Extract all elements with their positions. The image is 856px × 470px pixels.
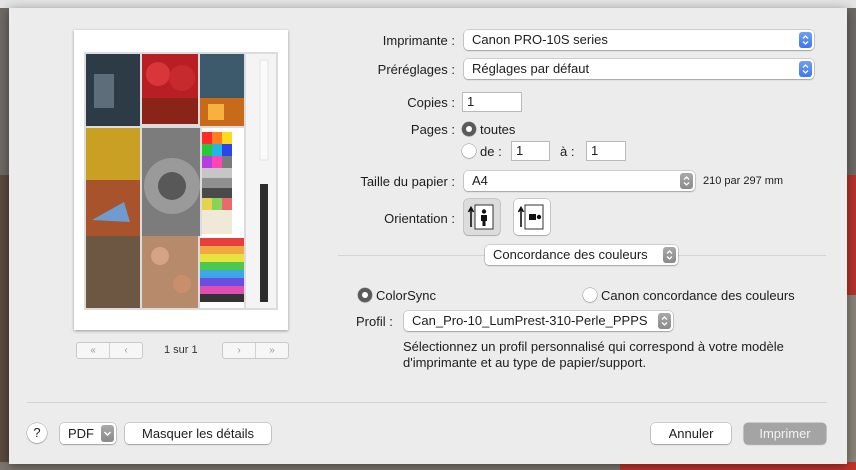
previous-page-button[interactable]: ‹: [109, 343, 142, 358]
pages-all-label: toutes: [480, 122, 516, 137]
pages-range-radio[interactable]: [462, 144, 476, 158]
paper-dimensions: 210 par 297 mm: [703, 175, 784, 187]
print-dialog: « ‹ 1 sur 1 › » Imprimante : Canon PRO-1…: [9, 8, 847, 464]
cancel-button[interactable]: Annuler: [651, 423, 731, 444]
printer-value: Canon PRO-10S series: [472, 32, 608, 47]
chevron-updown-icon: [799, 32, 812, 48]
presets-value: Réglages par défaut: [472, 61, 590, 76]
colorsync-radio[interactable]: [358, 288, 372, 302]
chevron-updown-icon: [680, 173, 693, 189]
canon-matching-label: Canon concordance des couleurs: [601, 288, 795, 303]
chevron-updown-icon: [799, 61, 812, 77]
next-page-button[interactable]: ›: [223, 343, 255, 358]
profile-description: Sélectionnez un profil personnalisé qui …: [403, 339, 784, 370]
section-value: Concordance des couleurs: [493, 247, 648, 262]
paper-size-label: Taille du papier :: [360, 174, 455, 189]
last-page-button[interactable]: »: [255, 343, 288, 358]
paper-size-value: A4: [472, 173, 488, 188]
section-select[interactable]: Concordance des couleurs: [485, 245, 678, 265]
profile-select[interactable]: Can_Pro-10_LumPrest-310-Perle_PPPS: [404, 311, 673, 331]
pdf-label: PDF: [68, 426, 94, 441]
profile-label: Profil :: [356, 314, 393, 329]
copies-field[interactable]: 1: [462, 92, 522, 112]
paper-size-select[interactable]: A4: [464, 171, 695, 191]
printer-select[interactable]: Canon PRO-10S series: [464, 30, 814, 50]
orientation-landscape-button[interactable]: [514, 199, 550, 235]
chevron-updown-icon: [663, 247, 676, 263]
presets-label: Préréglages :: [377, 62, 455, 77]
profile-value: Can_Pro-10_LumPrest-310-Perle_PPPS: [412, 313, 648, 328]
chevron-down-icon: [101, 425, 114, 442]
colorsync-label: ColorSync: [376, 288, 436, 303]
landscape-icon: [517, 204, 544, 230]
pager-back-group: « ‹: [76, 342, 143, 359]
copies-label: Copies :: [407, 95, 455, 110]
orientation-portrait-button[interactable]: [464, 199, 500, 235]
page-indicator: 1 sur 1: [164, 344, 198, 356]
preview-thumbnail: [84, 52, 278, 310]
print-button[interactable]: Imprimer: [744, 423, 826, 444]
hide-details-button[interactable]: Masquer les détails: [125, 423, 271, 444]
pages-all-radio[interactable]: [462, 122, 476, 136]
canon-matching-radio[interactable]: [583, 288, 597, 302]
printer-label: Imprimante :: [382, 33, 455, 48]
portrait-icon: [467, 204, 494, 230]
pages-from-field[interactable]: 1: [511, 141, 550, 161]
chevron-updown-icon: [658, 313, 671, 329]
pages-from-label: de :: [480, 144, 502, 159]
pdf-menu-button[interactable]: PDF: [60, 423, 116, 444]
first-page-button[interactable]: «: [77, 343, 109, 358]
pager-forward-group: › »: [222, 342, 289, 359]
orientation-label: Orientation :: [384, 211, 455, 226]
pages-to-label: à :: [560, 144, 575, 159]
pages-to-field[interactable]: 1: [586, 141, 626, 161]
help-button[interactable]: ?: [27, 423, 47, 443]
pages-label: Pages :: [410, 122, 455, 137]
footer-divider: [27, 402, 827, 403]
presets-select[interactable]: Réglages par défaut: [464, 59, 814, 79]
